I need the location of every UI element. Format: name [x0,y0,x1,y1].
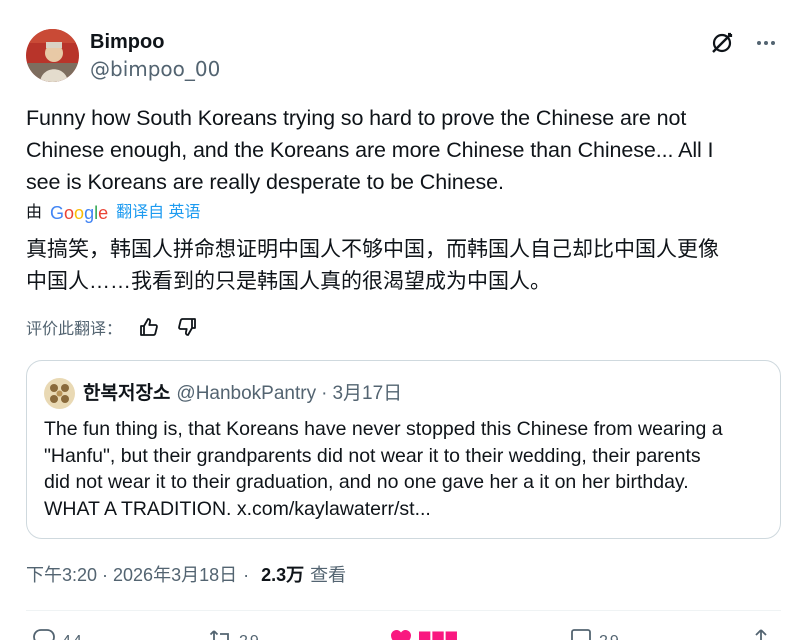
bookmark-button[interactable]: 29 [569,627,621,640]
divider [26,610,781,611]
tweet-action-bar: 44 29 ███ 29 [26,627,781,640]
thumbs-down-icon[interactable] [176,316,198,338]
quote-date: 3月17日 [332,382,403,404]
author-handle[interactable]: @bimpoo_00 [90,57,220,81]
bookmark-icon [569,627,593,640]
quote-header: 한복저장소 @HanbokPantry · 3月17日 [44,378,402,409]
quote-separator: · [321,382,328,404]
views-count: 2.3万 [261,565,305,585]
quote-text-line: WHAT A TRADITION. x.com/kaylawaterr/st..… [44,497,431,520]
tweet-text-line: see is Koreans are really desperate to b… [26,170,504,194]
like-count: ███ [419,633,459,640]
share-button[interactable] [749,627,773,640]
translated-by: 由 Google 翻译自 英语 [26,201,201,225]
quote-tweet-card[interactable]: 한복저장소 @HanbokPantry · 3月17日 The fun thin… [26,360,781,539]
quote-text-line: did not wear it to their graduation, and… [44,471,689,493]
tweet-text-line: Funny how South Koreans trying so hard t… [26,106,687,130]
retweet-icon [209,627,233,640]
like-button[interactable]: ███ [389,627,459,640]
reply-count: 44 [62,633,84,640]
translation-line: 真搞笑，韩国人拼命想证明中国人不够中国，而韩国人自己却比中国人更像 [26,238,719,261]
reply-button[interactable]: 44 [32,627,84,640]
meta-separator: · [243,565,250,585]
translation-text: 真搞笑，韩国人拼命想证明中国人不够中国，而韩国人自己却比中国人更像 中国人……我… [26,234,786,298]
bookmark-count: 29 [599,633,621,640]
tweet-top-actions [709,30,779,56]
translated-by-prefix: 由 [26,204,43,221]
translated-from-link[interactable]: 翻译自 英语 [116,201,200,225]
quote-text-line: "Hanfu", but their grandparents did not … [44,444,701,467]
google-logo: Google [50,203,109,223]
rate-translation: 评价此翻译： [26,315,198,339]
quote-text: The fun thing is, that Koreans have neve… [44,416,769,522]
quote-author-name: 한복저장소 [83,382,171,404]
tweet-timestamp[interactable]: 下午3:20 · 2026年3月18日 [26,563,237,587]
translation-line: 中国人……我看到的只是韩国人真的很渴望成为中国人。 [26,270,551,293]
author-avatar[interactable] [26,29,79,82]
author-name[interactable]: Bimpoo [90,30,164,54]
quote-avatar [44,378,75,409]
tweet-text: Funny how South Koreans trying so hard t… [26,102,776,198]
reply-icon [32,627,56,640]
more-icon[interactable] [753,30,779,56]
grok-icon[interactable] [709,30,735,56]
tweet-text-line: Chinese enough, and the Koreans are more… [26,138,714,162]
thumbs-up-icon[interactable] [138,316,160,338]
retweet-count: 29 [239,633,261,640]
retweet-button[interactable]: 29 [209,627,261,640]
quote-text-line: The fun thing is, that Koreans have neve… [44,418,723,440]
like-icon [389,627,413,640]
rate-label: 评价此翻译： [26,321,123,338]
share-icon [749,627,773,640]
tweet-meta: 下午3:20 · 2026年3月18日 · 2.3万 查看 [26,563,346,587]
quote-author-handle: @HanbokPantry [176,382,317,404]
views-label: 查看 [310,565,347,585]
